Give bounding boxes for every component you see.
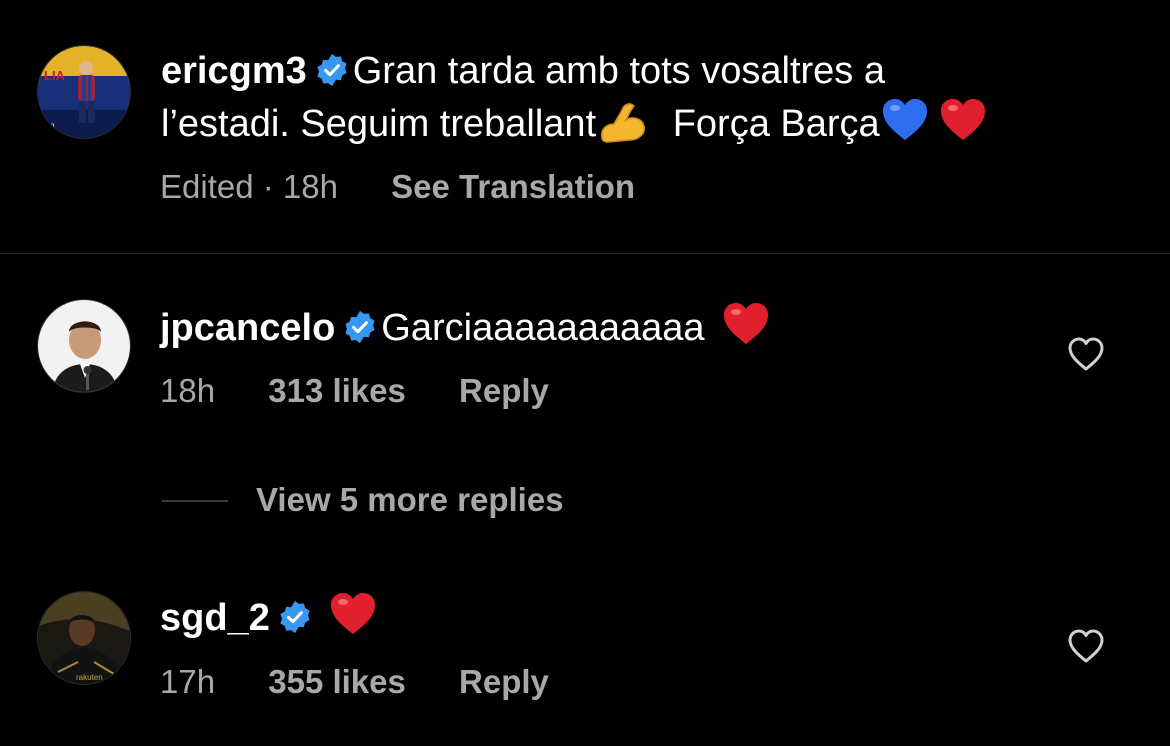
like-heart-icon[interactable] — [1067, 336, 1105, 372]
comment-likes[interactable]: 313 likes — [268, 372, 406, 409]
caption-username[interactable]: ericgm3 — [161, 50, 307, 92]
comment-time: 18h — [160, 372, 216, 409]
comment-username[interactable]: sgd_2 — [160, 597, 270, 639]
verified-badge-icon — [280, 600, 310, 634]
svg-text:LIA: LIA — [44, 68, 66, 83]
comment-likes[interactable]: 355 likes — [268, 663, 406, 700]
see-translation-button[interactable]: See Translation — [391, 168, 635, 205]
caption-edited: Edited — [160, 168, 254, 205]
caption-body: ericgm3 Gran tarda amb tots vosaltres a l… — [161, 48, 1121, 147]
comment-username[interactable]: jpcancelo — [160, 307, 335, 349]
comment-meta: 17h 355 likes Reply — [160, 662, 549, 702]
caption-meta: Edited · 18h See Translation — [160, 167, 635, 207]
comment-body: jpcancelo Garciaaaaaaaaaaa — [160, 300, 771, 351]
comment-text: Garciaaaaaaaaaaa — [381, 307, 705, 349]
view-more-replies-label: View 5 more replies — [256, 481, 564, 518]
comment-meta: 18h 313 likes Reply — [160, 371, 549, 411]
comment-avatar[interactable] — [37, 299, 131, 393]
reply-button[interactable]: Reply — [459, 372, 549, 409]
caption-text-line2b: Força Barça — [672, 103, 880, 145]
comment-time: 17h — [160, 663, 216, 700]
avatar-image: LIA ko — [38, 46, 130, 138]
caption-text-line1: Gran tarda amb tots vosaltres a — [352, 50, 885, 92]
verified-badge-icon — [345, 310, 375, 344]
meta-separator: · — [262, 168, 274, 205]
caption-divider — [0, 253, 1170, 254]
comment-avatar[interactable]: rakuten — [37, 591, 131, 685]
red-heart-icon — [940, 99, 985, 140]
replies-line — [162, 500, 228, 502]
caption-text-line2: l’estadi. Seguim treballant — [161, 103, 597, 145]
blue-heart-icon — [882, 99, 927, 140]
flexed-biceps-icon — [601, 103, 646, 143]
verified-badge-icon — [317, 53, 347, 87]
reply-button[interactable]: Reply — [459, 663, 549, 700]
view-more-replies-button[interactable]: View 5 more replies — [256, 480, 564, 520]
avatar-image — [38, 300, 130, 392]
like-heart-icon[interactable] — [1067, 628, 1105, 664]
svg-text:ko: ko — [46, 121, 55, 130]
red-heart-icon — [330, 593, 375, 634]
svg-text:rakuten: rakuten — [76, 673, 103, 682]
caption-avatar[interactable]: LIA ko — [37, 45, 131, 139]
avatar-image: rakuten — [38, 592, 130, 684]
caption-time: 18h — [282, 168, 338, 205]
comment-body: sgd_2 — [160, 590, 378, 641]
red-heart-icon — [723, 303, 768, 344]
